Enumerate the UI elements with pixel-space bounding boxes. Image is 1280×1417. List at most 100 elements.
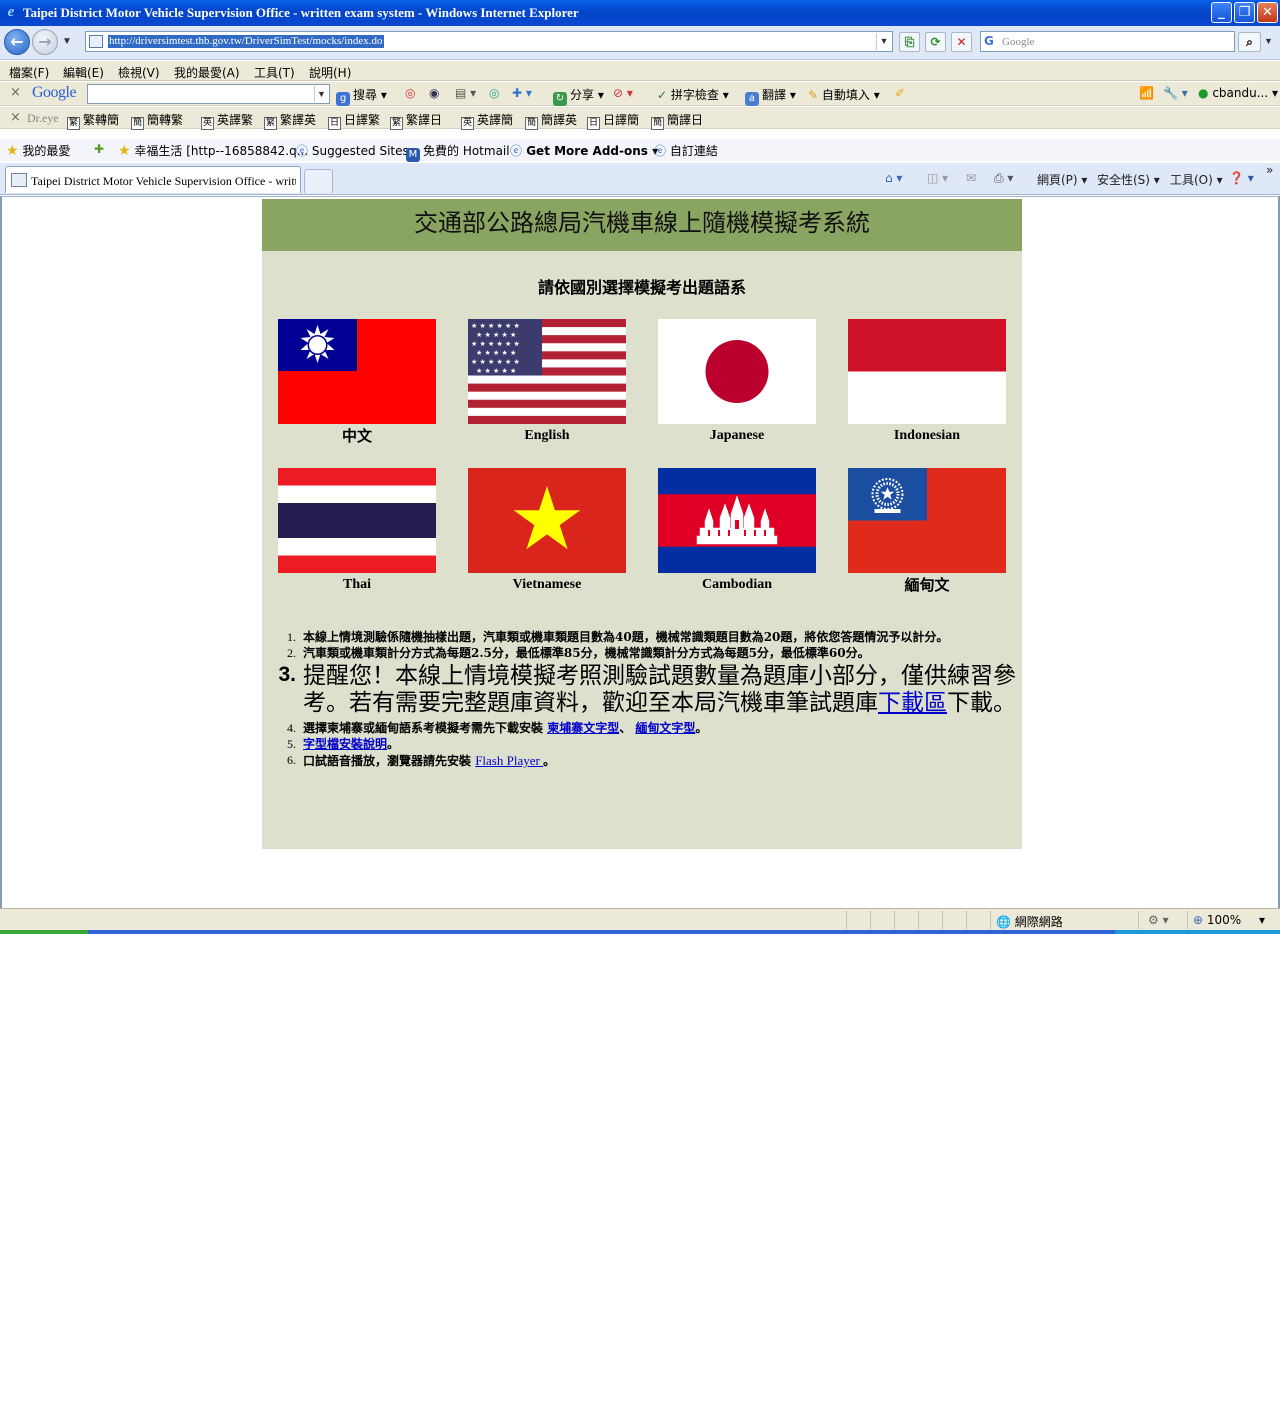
autofill-button[interactable]: ✎ 自動填入 ▾: [808, 86, 880, 103]
highlighter-icon[interactable]: ✐: [895, 86, 905, 100]
language-label[interactable]: English: [468, 428, 626, 444]
zoom-control[interactable]: ⊕ 100% ▾: [1193, 913, 1265, 927]
tab-active[interactable]: Taipei District Motor Vehicle Supervisio…: [5, 166, 301, 193]
menu-tools[interactable]: 工具(T): [254, 64, 295, 81]
maximize-button[interactable]: ❐: [1234, 2, 1255, 23]
spiral-green-icon[interactable]: ◎: [489, 86, 499, 100]
language-label[interactable]: 緬甸文: [848, 574, 1006, 595]
add-favorite-icon[interactable]: ✚: [94, 142, 104, 156]
stop-icon[interactable]: ✕: [951, 32, 972, 52]
close-toolbar-icon[interactable]: ×: [10, 85, 21, 100]
menu-help[interactable]: 說明(H): [309, 64, 351, 81]
custom-links[interactable]: ⓔ 自訂連結: [654, 142, 718, 159]
wifi-icon[interactable]: 📶: [1139, 86, 1154, 100]
popup-blocker-icon[interactable]: ⊘ ▾: [613, 86, 633, 100]
dreye-item[interactable]: 簡簡譯日: [651, 111, 703, 130]
dreye-item[interactable]: 簡簡轉繁: [131, 111, 183, 130]
search-options-icon[interactable]: ▼: [1264, 36, 1273, 46]
search-icon[interactable]: ⌕: [1238, 32, 1261, 52]
language-label[interactable]: Japanese: [658, 428, 816, 444]
safety-menu[interactable]: 安全性(S) ▾: [1097, 171, 1160, 188]
dreye-item[interactable]: 繁繁譯日: [390, 111, 442, 130]
google-logo[interactable]: Google: [32, 84, 77, 102]
home-icon[interactable]: ⌂ ▾: [885, 171, 902, 185]
google-search-dropdown-icon[interactable]: ▼: [314, 86, 328, 102]
protected-mode-icon[interactable]: ⚙ ▾: [1148, 913, 1169, 927]
page-icon[interactable]: ▤ ▾: [455, 86, 476, 100]
language-label[interactable]: Thai: [278, 577, 436, 593]
refresh-icon[interactable]: ⟳: [925, 32, 946, 52]
flash-player-link[interactable]: Flash Player: [475, 753, 543, 768]
myanmar-flag-icon[interactable]: [848, 468, 1006, 573]
internet-zone[interactable]: 🌐 網際網路: [996, 913, 1063, 930]
close-window-button[interactable]: ✕: [1257, 2, 1278, 23]
url-text[interactable]: http://driversimtest.thb.gov.tw/DriverSi…: [108, 35, 384, 48]
addons-link[interactable]: ⓔ Get More Add-ons ▾: [510, 142, 658, 159]
dreye-item[interactable]: 英英譯繁: [201, 111, 253, 130]
language-option-indonesian[interactable]: Indonesian: [848, 319, 1006, 444]
url-field[interactable]: http://driversimtest.thb.gov.tw/DriverSi…: [85, 31, 893, 52]
close-dreye-icon[interactable]: ×: [10, 110, 21, 125]
language-option-english[interactable]: ★ ★ ★ ★ ★ ★ ★ ★ ★ ★ ★ ★ ★ ★ ★ ★ ★ ★ ★ ★ …: [468, 319, 626, 444]
menu-file[interactable]: 檔案(F): [9, 64, 49, 81]
myanmar-font-link[interactable]: 緬甸文字型: [635, 721, 695, 735]
menu-view[interactable]: 檢視(V): [118, 64, 160, 81]
help-icon[interactable]: ❓ ▾: [1229, 171, 1254, 185]
search-input[interactable]: G Google: [980, 31, 1235, 52]
font-install-guide-link[interactable]: 字型檔安裝說明: [303, 737, 387, 751]
thailand-flag-icon[interactable]: [278, 468, 436, 573]
forward-button[interactable]: →: [32, 29, 58, 55]
page-menu[interactable]: 網頁(P) ▾: [1037, 171, 1087, 188]
back-button[interactable]: ←: [4, 29, 30, 55]
spiral-icon[interactable]: ◎: [405, 86, 415, 100]
google-search-input[interactable]: ▼: [87, 84, 330, 104]
feeds-icon[interactable]: ◫ ▾: [927, 171, 948, 185]
indonesia-flag-icon[interactable]: [848, 319, 1006, 424]
tools-menu[interactable]: 工具(O) ▾: [1170, 171, 1223, 188]
history-dropdown-icon[interactable]: ▼: [62, 36, 72, 47]
url-dropdown-icon[interactable]: ▼: [876, 33, 891, 50]
suggested-sites-link[interactable]: ⓔ Suggested Sites ▾: [296, 142, 419, 159]
khmer-font-link[interactable]: 柬埔寨文字型: [547, 721, 619, 735]
new-tab-button[interactable]: [304, 169, 333, 193]
dreye-item[interactable]: 日日譯簡: [587, 111, 639, 130]
language-label[interactable]: Cambodian: [658, 577, 816, 593]
language-label[interactable]: 中文: [278, 425, 436, 446]
language-label[interactable]: Vietnamese: [468, 577, 626, 593]
dreye-item[interactable]: 繁繁轉簡: [67, 111, 119, 130]
compatibility-view-icon[interactable]: ⎘: [899, 32, 920, 52]
hotmail-link[interactable]: M 免費的 Hotmail: [406, 142, 510, 162]
taiwan-flag-icon[interactable]: [278, 319, 436, 424]
wrench-icon[interactable]: 🔧 ▾: [1163, 86, 1188, 100]
dreye-item[interactable]: 英英譯簡: [461, 111, 513, 130]
mail-icon[interactable]: ✉: [966, 171, 976, 185]
dreye-item[interactable]: 簡簡譯英: [525, 111, 577, 130]
minimize-button[interactable]: _: [1211, 2, 1232, 23]
vietnam-flag-icon[interactable]: [468, 468, 626, 573]
cambodia-flag-icon[interactable]: [658, 468, 816, 573]
language-option-thai[interactable]: Thai: [278, 468, 436, 593]
favorites-button[interactable]: ★ 我的最愛: [6, 142, 70, 159]
account-button[interactable]: ● cbandu... ▾: [1198, 86, 1278, 100]
language-option-myanmar[interactable]: 緬甸文: [848, 468, 1006, 595]
dreye-item[interactable]: 繁繁譯英: [264, 111, 316, 130]
language-option-chinese[interactable]: 中文: [278, 319, 436, 446]
chevron-more-icon[interactable]: »: [1266, 163, 1273, 177]
translate-button[interactable]: a 翻譯 ▾: [745, 86, 796, 106]
globe-icon[interactable]: ◉: [429, 86, 439, 100]
language-label[interactable]: Indonesian: [848, 428, 1006, 444]
usa-flag-icon[interactable]: ★ ★ ★ ★ ★ ★ ★ ★ ★ ★ ★ ★ ★ ★ ★ ★ ★ ★ ★ ★ …: [468, 319, 626, 424]
google-search-button[interactable]: g 搜尋 ▾: [336, 86, 387, 106]
print-icon[interactable]: ⎙ ▾: [994, 171, 1013, 186]
download-area-link[interactable]: 下載區: [878, 690, 947, 716]
language-option-vietnamese[interactable]: Vietnamese: [468, 468, 626, 593]
menu-favorites[interactable]: 我的最愛(A): [174, 64, 240, 81]
language-option-cambodian[interactable]: Cambodian: [658, 468, 816, 593]
menu-edit[interactable]: 編輯(E): [63, 64, 104, 81]
favorite-link[interactable]: ★ 幸福生活 [http--16858842.q...: [118, 142, 308, 159]
spellcheck-button[interactable]: ✓ 拼字檢查 ▾: [657, 86, 729, 103]
japan-flag-icon[interactable]: [658, 319, 816, 424]
share-button[interactable]: ↻ 分享 ▾: [553, 86, 604, 106]
language-option-japanese[interactable]: Japanese: [658, 319, 816, 444]
add-button-icon[interactable]: ✚ ▾: [512, 86, 532, 100]
